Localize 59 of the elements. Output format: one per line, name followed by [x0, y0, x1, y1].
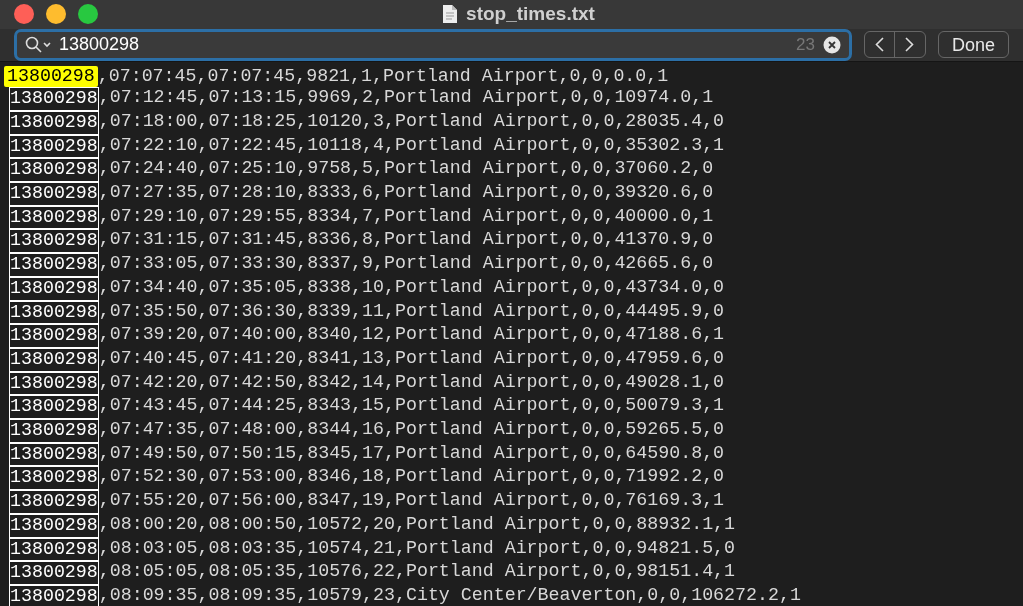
- search-match: 13800298: [9, 466, 99, 491]
- text-line: ,07:43:45,07:44:25,8343,15,Portland Airport,0,0,50079.3,1: [98, 395, 725, 418]
- text-line: ,08:05:05,08:05:35,10576,22,Portland Airport,0,0,98151.4,1: [98, 561, 736, 584]
- done-button[interactable]: Done: [937, 31, 1009, 58]
- text-line: ,07:39:20,07:40:00,8340,12,Portland Airport,0,0,47188.6,1: [98, 324, 725, 347]
- text-line: ,07:55:20,07:56:00,8347,19,Portland Airport,0,0,76169.3,1: [98, 490, 725, 513]
- text-line: ,07:31:15,07:31:45,8336,8,Portland Airport,0,0,41370.9,0: [98, 229, 714, 252]
- text-line: ,07:33:05,07:33:30,8337,9,Portland Airport,0,0,42665.6,0: [98, 253, 714, 276]
- search-match: 13800298: [9, 300, 99, 325]
- text-line: ,07:18:00,07:18:25,10120,3,Portland Airport,0,0,28035.4,0: [98, 110, 725, 133]
- text-line: ,07:42:20,07:42:50,8342,14,Portland Airport,0,0,49028.1,0: [98, 371, 725, 394]
- search-match: 13800298: [9, 87, 99, 111]
- text-line: ,07:24:40,07:25:10,9758,5,Portland Airport,0,0,37060.2,0: [98, 158, 714, 181]
- search-match: 13800298: [9, 182, 99, 206]
- search-field[interactable]: 13800298 23: [14, 28, 852, 61]
- window-title: stop_times.txt: [466, 2, 595, 26]
- search-match: 13800298: [9, 158, 99, 182]
- search-query: 13800298: [59, 33, 141, 56]
- text-line: ,07:22:10,07:22:45,10118,4,Portland Airport,0,0,35302.3,1: [98, 134, 725, 157]
- text-line: ,07:35:50,07:36:30,8339,11,Portland Airport,0,0,44495.9,0: [98, 300, 725, 323]
- search-match: 13800298: [4, 65, 98, 88]
- document-icon: [442, 4, 459, 25]
- text-line: ,07:27:35,07:28:10,8333,6,Portland Airport,0,0,39320.6,0: [98, 182, 714, 204]
- text-line: ,07:07:45,07:07:45,9821,1,Portland Airport,0,0,0.0,1: [97, 65, 669, 88]
- text-line: ,08:00:20,08:00:50,10572,20,Portland Airport,0,0,88932.1,1: [98, 513, 736, 536]
- text-line: ,07:29:10,07:29:55,8334,7,Portland Airport,0,0,40000.0,1: [98, 205, 714, 228]
- chevron-left-icon: [874, 37, 884, 52]
- text-line: ,08:03:05,08:03:35,10574,21,Portland Airport,0,0,94821.5,0: [98, 537, 736, 560]
- minimize-window-control[interactable]: [46, 4, 66, 25]
- text-line: ,07:47:35,07:48:00,8344,16,Portland Airport,0,0,59265.5,0: [98, 419, 725, 442]
- search-match: 13800298: [9, 537, 99, 562]
- close-window-control[interactable]: [14, 4, 34, 25]
- search-match: 13800298: [9, 561, 99, 585]
- search-match: 13800298: [9, 442, 99, 467]
- search-match: 13800298: [9, 513, 99, 538]
- text-line: ,08:09:35,08:09:35,10579,23,City Center/Beaverton,0,0,106272.2,1: [98, 584, 801, 606]
- text-line: ,07:52:30,07:53:00,8346,18,Portland Airport,0,0,71992.2,0: [98, 466, 725, 489]
- chevron-right-icon: [905, 37, 915, 52]
- search-match: 13800298: [9, 395, 99, 420]
- search-match: 13800298: [9, 229, 99, 254]
- search-match: 13800298: [9, 134, 99, 159]
- text-line: ,07:49:50,07:50:15,8345,17,Portland Airport,0,0,64590.8,0: [98, 442, 725, 465]
- search-match: 13800298: [9, 324, 99, 348]
- search-match: 13800298: [9, 419, 99, 443]
- search-match: 13800298: [9, 584, 99, 606]
- search-match: 13800298: [9, 205, 99, 230]
- text-line: ,07:40:45,07:41:20,8341,13,Portland Airport,0,0,47959.6,0: [98, 347, 725, 370]
- search-match: 13800298: [9, 253, 99, 277]
- zoom-window-control[interactable]: [78, 4, 98, 25]
- search-match: 13800298: [9, 371, 99, 396]
- search-match: 13800298: [9, 110, 99, 135]
- match-count: 23: [796, 33, 815, 56]
- text-line: ,07:12:45,07:13:15,9969,2,Portland Airport,0,0,10974.0,1: [98, 87, 714, 110]
- search-match: 13800298: [9, 347, 99, 372]
- clear-icon[interactable]: [822, 35, 841, 54]
- text-line: ,07:34:40,07:35:05,8338,10,Portland Airport,0,0,43734.0,0: [98, 276, 725, 299]
- search-match: 13800298: [9, 490, 99, 514]
- search-icon: [25, 35, 51, 54]
- search-match: 13800298: [9, 276, 99, 301]
